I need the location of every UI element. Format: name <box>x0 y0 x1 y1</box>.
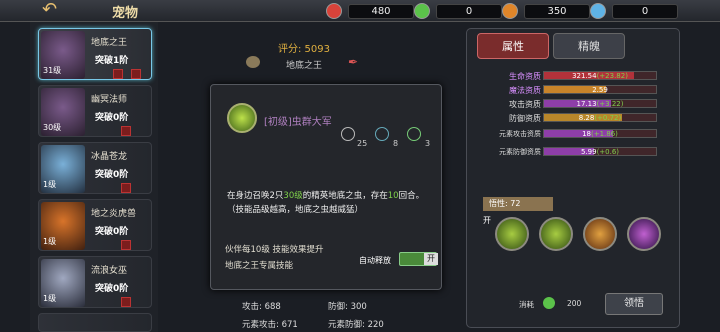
heart-icon[interactable] <box>246 56 260 68</box>
back-arrow-icon[interactable]: ↶ <box>42 0 84 22</box>
skill-slot-icon[interactable] <box>495 217 529 251</box>
cost-label: 消耗 <box>519 300 534 309</box>
skill-bonus-line: 伙伴每10级 技能效果提升 <box>225 245 324 255</box>
elem-atk-aptitude-bar: 18(+1.86) <box>543 129 657 138</box>
pet-card[interactable]: 流浪女巫 突破0阶 1级 <box>38 256 152 308</box>
cooldown-icon <box>375 127 389 141</box>
resource-lightning: 350 <box>502 3 590 19</box>
equip-slot-icon <box>121 297 131 307</box>
tab-attributes[interactable]: 属性 <box>477 33 549 59</box>
skill-slot-icon[interactable] <box>627 217 661 251</box>
resource-snowflake: 0 <box>590 3 678 19</box>
skill-swarm-icon <box>227 103 257 133</box>
green-gem-icon <box>414 3 430 19</box>
pet-score: 评分: 5093 <box>278 44 330 55</box>
cost-value: 200 <box>567 299 582 308</box>
resource-green-gem: 0 <box>414 3 502 19</box>
elem-def-aptitude-bar: 5.99(+0.6) <box>543 147 657 156</box>
equip-slot-icon <box>121 240 131 250</box>
auto-cast-toggle[interactable]: 开 <box>399 252 438 266</box>
elem-defense-stat: 元素防御: 220 <box>328 320 384 330</box>
green-gem-icon <box>543 297 555 309</box>
defense-stat: 防御: 300 <box>328 302 367 312</box>
skill-exclusive-line: 地底之王专属技能 <box>225 261 294 271</box>
skill-open-tag: 开 <box>483 216 491 225</box>
atk-aptitude-bar: 17.13(+3.22) <box>543 99 657 108</box>
skill-description: 在身边召唤2只30级的精英地底之虫，存在10回合。 （技能品级越高，地底之虫越威… <box>227 191 425 215</box>
red-gem-icon <box>326 3 342 19</box>
comprehension-label: 悟性: 72 <box>483 197 553 211</box>
attack-stat: 攻击: 688 <box>242 302 281 312</box>
pet-card[interactable]: 地之炎虎兽 突破0阶 1级 <box>38 199 152 251</box>
target-icon <box>407 127 421 141</box>
skill-slot-icon[interactable] <box>583 217 617 251</box>
feather-icon[interactable]: ✒ <box>348 55 362 69</box>
range-icon <box>341 127 355 141</box>
pet-name-label: 地底之王 <box>286 61 323 71</box>
pet-list: 地底之王 突破1阶 31级 幽冥法师 突破0阶 30级 冰晶苍龙 突破0阶 1级… <box>30 22 158 332</box>
attribute-panel: 属性 精魄 生命资质 321.54(+23.82) 魔法资质 2.59 攻击资质… <box>466 28 680 328</box>
resource-red-gem: 480 <box>326 3 414 19</box>
def-aptitude-bar: 8.28(+0.72) <box>543 113 657 122</box>
pet-detail: 评分: 5093 地底之王 ✒ [初级]虫群大军 25 8 3 在身边召唤2只3… <box>158 22 458 332</box>
equip-slot-icon <box>121 183 131 193</box>
mp-aptitude-bar: 2.59 <box>543 85 657 94</box>
skill-slot-icon[interactable] <box>539 217 573 251</box>
equip-slot-icon <box>113 69 123 79</box>
auto-cast-label: 自动释放 <box>359 256 391 265</box>
pet-card[interactable]: 幽冥法师 突破0阶 30级 <box>38 85 152 137</box>
close-icon[interactable] <box>131 69 141 79</box>
skill-tooltip: [初级]虫群大军 25 8 3 在身边召唤2只30级的精英地底之虫，存在10回合… <box>210 84 442 290</box>
orange-lightning-icon <box>502 3 518 19</box>
pet-card[interactable]: 冰晶苍龙 突破0阶 1级 <box>38 142 152 194</box>
pet-card[interactable] <box>38 313 152 332</box>
comprehend-button[interactable]: 领悟 <box>605 293 663 315</box>
pet-card[interactable]: 地底之王 突破1阶 31级 <box>38 28 152 80</box>
equip-slot-icon <box>121 126 131 136</box>
elem-attack-stat: 元素攻击: 671 <box>242 320 298 330</box>
blue-snowflake-icon <box>590 3 606 19</box>
skill-name: [初级]虫群大军 <box>264 117 332 128</box>
page-title: 宠物 <box>112 6 139 21</box>
tab-soul[interactable]: 精魄 <box>553 33 625 59</box>
hp-aptitude-bar: 321.54(+23.82) <box>543 71 657 80</box>
